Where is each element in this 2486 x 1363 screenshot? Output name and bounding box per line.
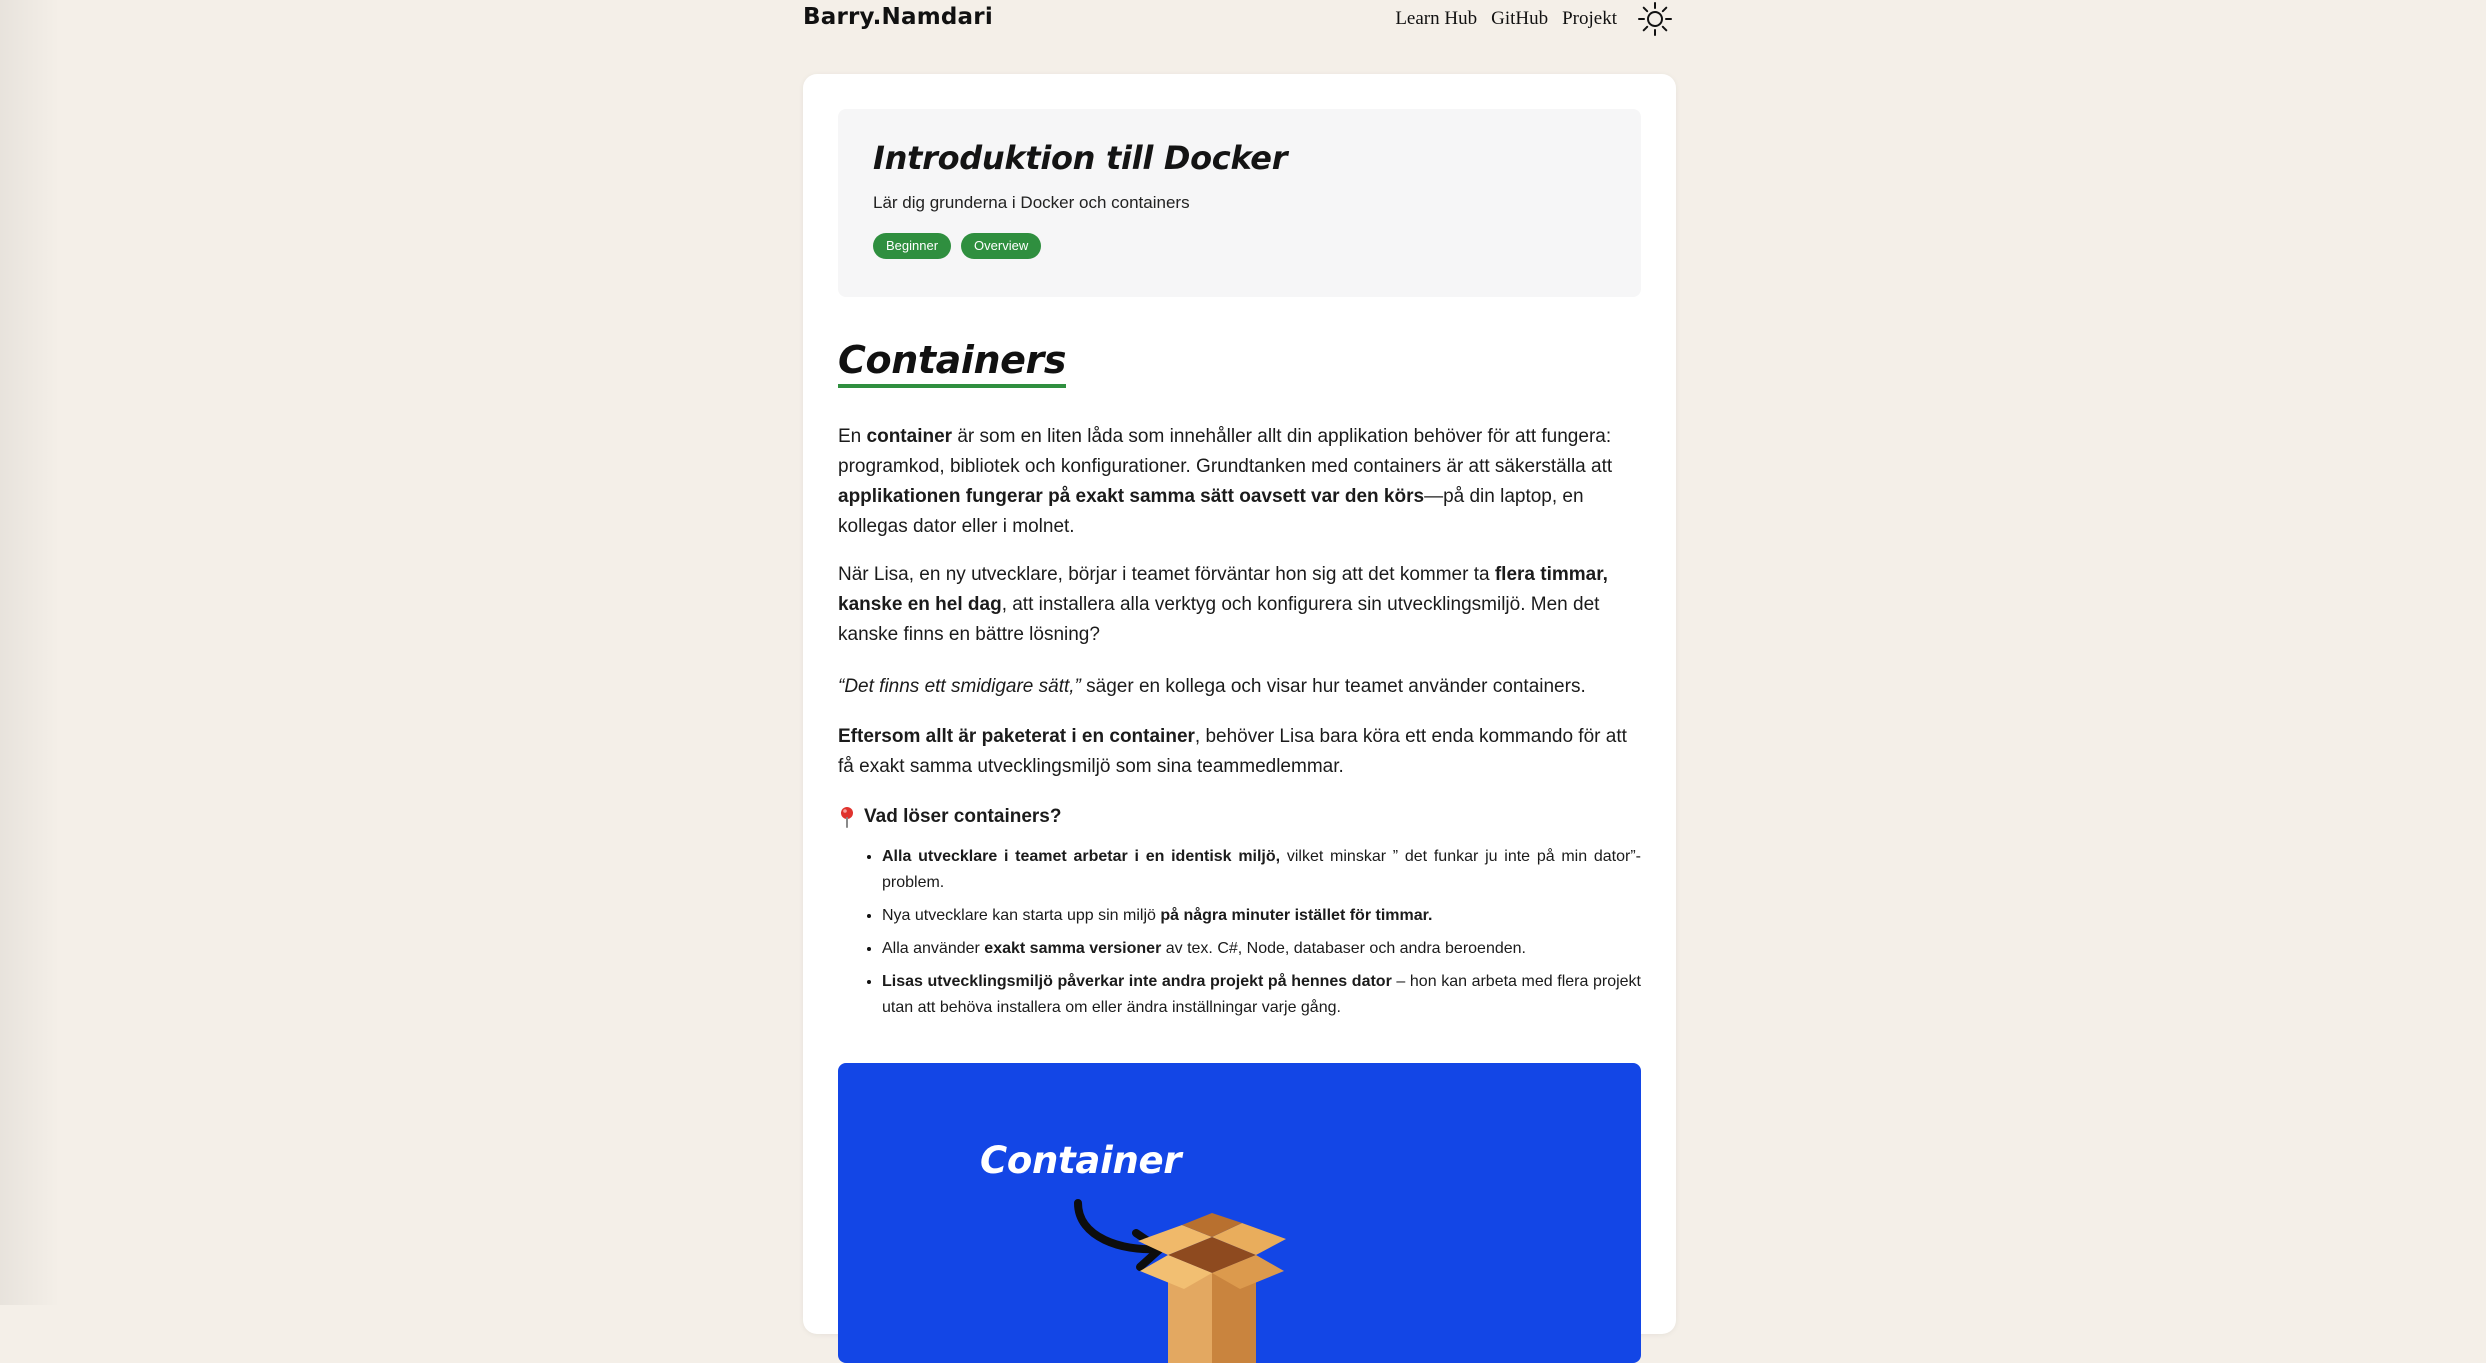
- site-brand[interactable]: Barry.Namdari: [803, 4, 993, 30]
- article-card: Introduktion till Docker Lär dig grunder…: [803, 74, 1676, 1363]
- section-heading: Containers: [838, 338, 1066, 388]
- question-text: Vad löser containers?: [864, 806, 1062, 827]
- page-edge-shadow: [0, 0, 60, 1305]
- list-item: Alla använder exakt samma versioner av t…: [882, 936, 1641, 962]
- paragraph-quote: “Det finns ett smidigare sätt,” säger en…: [838, 676, 1586, 697]
- pin-icon: [841, 807, 853, 828]
- illustration-graphics: [1074, 1199, 1286, 1363]
- benefits-list: Alla utvecklare i teamet arbetar i en id…: [838, 844, 1641, 1028]
- paragraph-intro: En container är som en liten låda som in…: [838, 426, 1613, 537]
- article-title: Introduktion till Docker: [873, 139, 1288, 177]
- list-item: Nya utvecklare kan starta upp sin miljö …: [882, 903, 1641, 929]
- tag-list: Beginner Overview: [873, 233, 1042, 259]
- list-item: Alla utvecklare i teamet arbetar i en id…: [882, 844, 1641, 896]
- paragraph-packaged: Eftersom allt är paketerat i en containe…: [838, 726, 1627, 777]
- nav-github[interactable]: GitHub: [1491, 8, 1548, 30]
- top-navigation: Barry.Namdari Learn Hub GitHub Projekt: [803, 0, 1673, 40]
- container-illustration: Container: [838, 1063, 1641, 1363]
- article-subtitle: Lär dig grunderna i Docker och container…: [873, 193, 1190, 212]
- tag-overview: Overview: [961, 233, 1042, 259]
- nav-links: Learn Hub GitHub Projekt: [1395, 0, 1673, 38]
- open-box-icon: [1138, 1213, 1286, 1363]
- list-item: Lisas utvecklingsmiljö påverkar inte and…: [882, 969, 1641, 1021]
- sun-icon[interactable]: [1637, 1, 1673, 37]
- nav-learn-hub[interactable]: Learn Hub: [1395, 8, 1477, 30]
- paragraph-lisa: När Lisa, en ny utvecklare, börjar i tea…: [838, 564, 1608, 645]
- arrow-icon: [1074, 1199, 1164, 1271]
- article-hero: Introduktion till Docker Lär dig grunder…: [838, 109, 1641, 297]
- tag-beginner: Beginner: [873, 233, 952, 259]
- question-heading: Vad löser containers?: [838, 802, 1641, 832]
- nav-projekt[interactable]: Projekt: [1562, 8, 1617, 30]
